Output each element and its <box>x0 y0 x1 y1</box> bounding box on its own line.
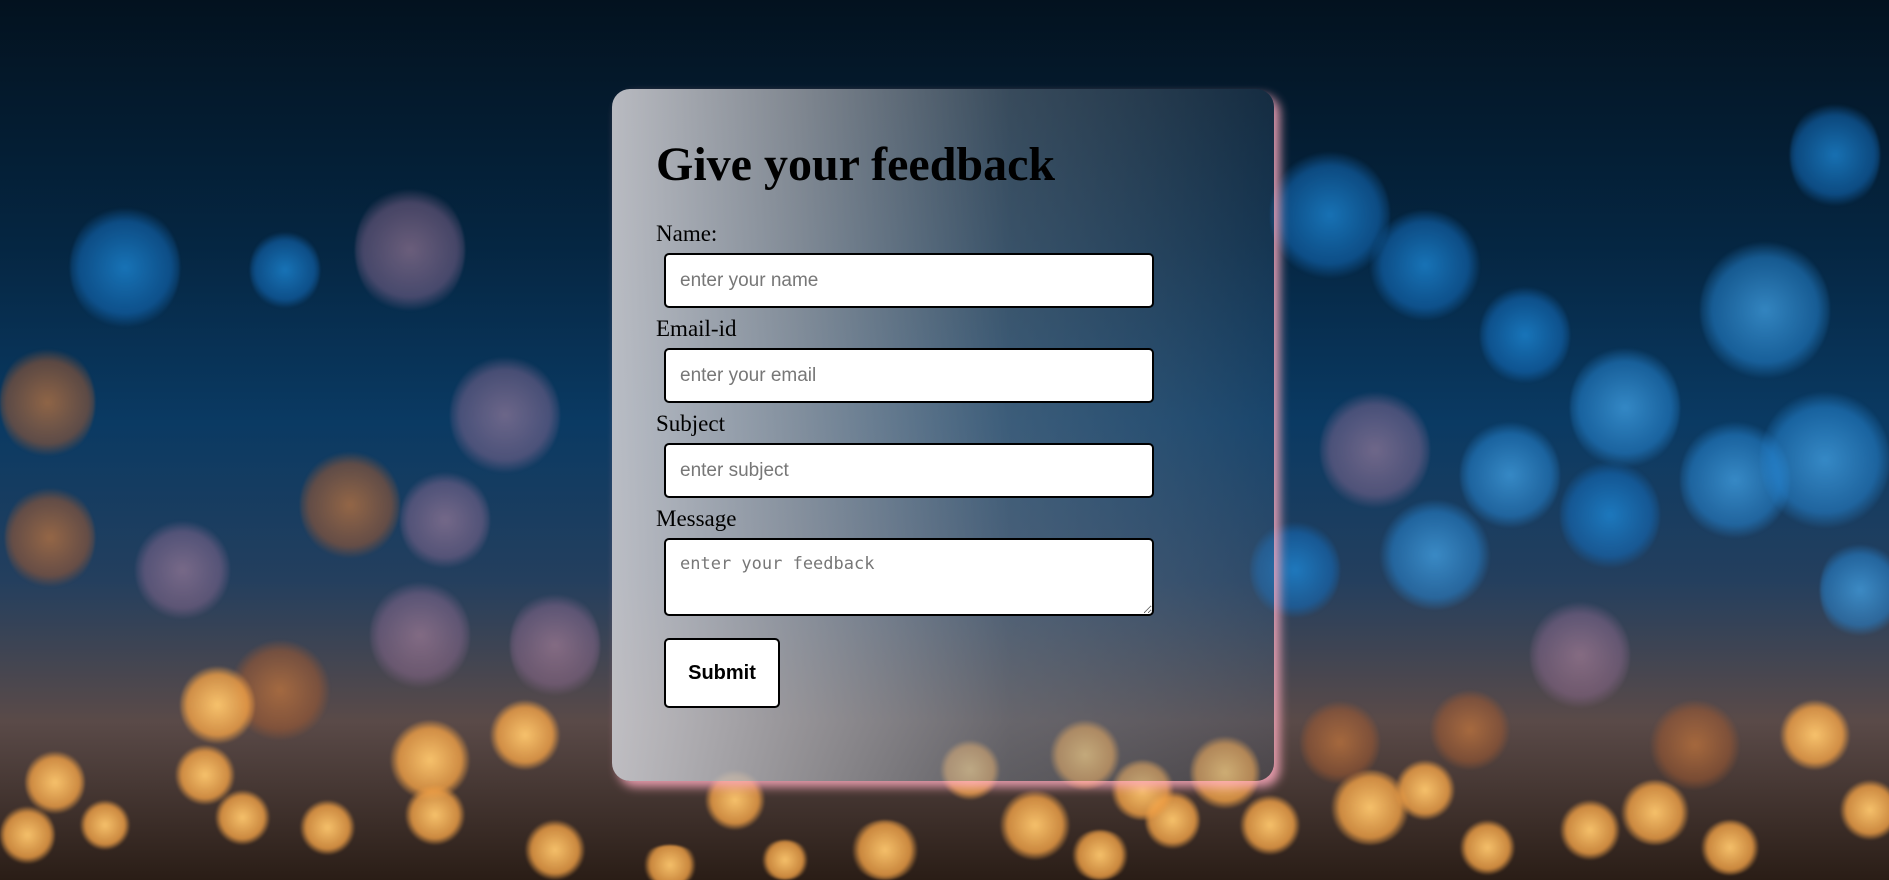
subject-input[interactable] <box>664 443 1154 498</box>
name-label: Name: <box>656 221 718 246</box>
submit-button[interactable]: Submit <box>664 638 780 708</box>
email-label: Email-id <box>656 316 737 341</box>
subject-label: Subject <box>656 411 725 436</box>
form-title: Give your feedback <box>656 138 1056 191</box>
email-input[interactable] <box>664 348 1154 403</box>
message-label: Message <box>656 506 737 531</box>
feedback-form-card: Give your feedback Name: Email-id Subjec… <box>612 89 1274 781</box>
message-textarea[interactable] <box>664 538 1154 616</box>
name-input[interactable] <box>664 253 1154 308</box>
